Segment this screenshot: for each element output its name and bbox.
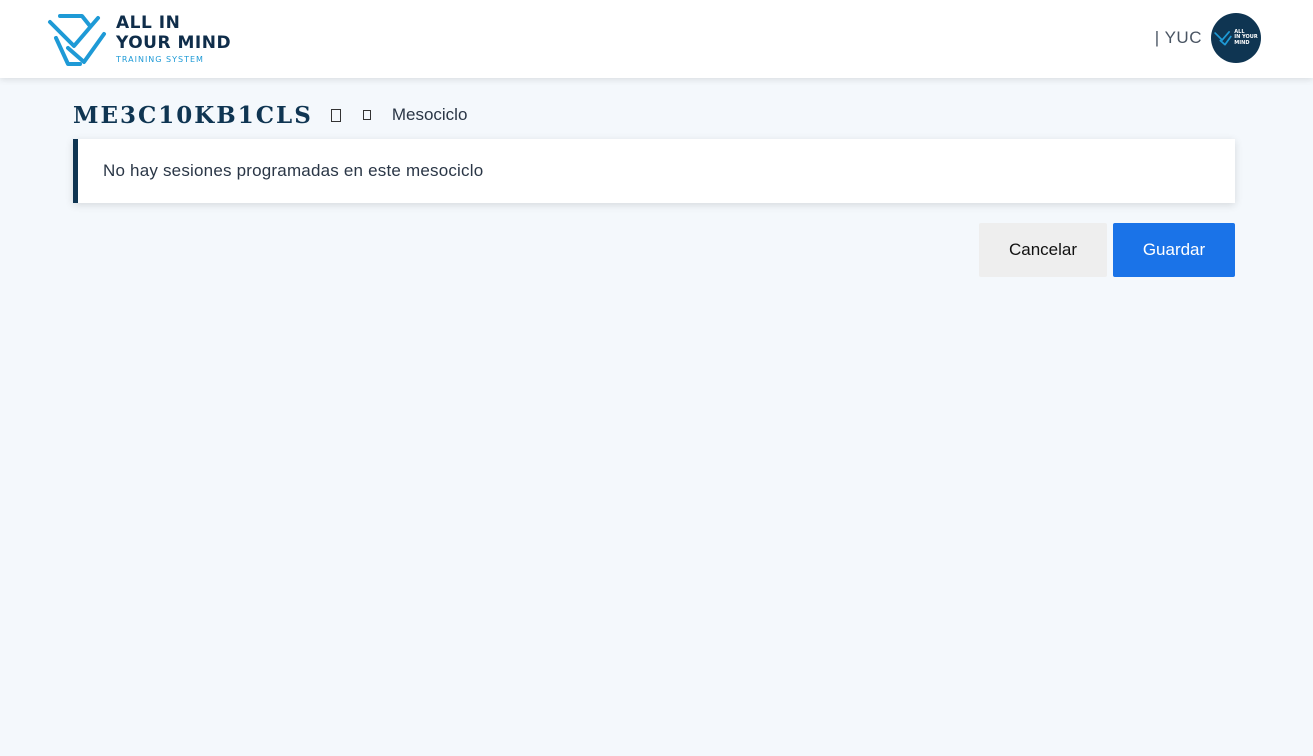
logo-line2: YOUR MIND (116, 32, 232, 53)
top-navbar: ALL IN YOUR MIND TRAINING SYSTEM | YUC A… (0, 0, 1313, 78)
logo-subtitle: TRAINING SYSTEM (116, 54, 204, 64)
save-button[interactable]: Guardar (1113, 223, 1235, 277)
user-label: | YUC (1154, 28, 1202, 47)
edit-square-icon[interactable] (330, 108, 341, 122)
user-menu[interactable]: | YUC ALL IN YOUR MIND (1155, 13, 1261, 63)
notice-text: No hay sesiones programadas en este meso… (103, 161, 484, 180)
avatar-logo-icon (1214, 31, 1233, 46)
empty-sessions-notice: No hay sesiones programadas en este meso… (73, 139, 1235, 203)
logo-mark-icon (48, 14, 106, 66)
avatar-wordmark: ALL IN YOUR MIND (1234, 29, 1257, 46)
page-title: ME3C10KB1CLS (73, 101, 313, 129)
square-icon[interactable] (362, 110, 371, 120)
avatar[interactable]: ALL IN YOUR MIND (1211, 13, 1261, 63)
cancel-button[interactable]: Cancelar (979, 223, 1107, 277)
avatar-line3: MIND (1234, 39, 1250, 46)
logo-wordmark: ALL IN YOUR MIND TRAINING SYSTEM (116, 12, 232, 64)
breadcrumb-mesociclo: Mesociclo (391, 105, 468, 124)
brand-logo[interactable]: ALL IN YOUR MIND TRAINING SYSTEM (46, 8, 246, 70)
logo-line1: ALL IN (116, 12, 181, 33)
page-header: ME3C10KB1CLS Mesociclo (73, 100, 467, 130)
